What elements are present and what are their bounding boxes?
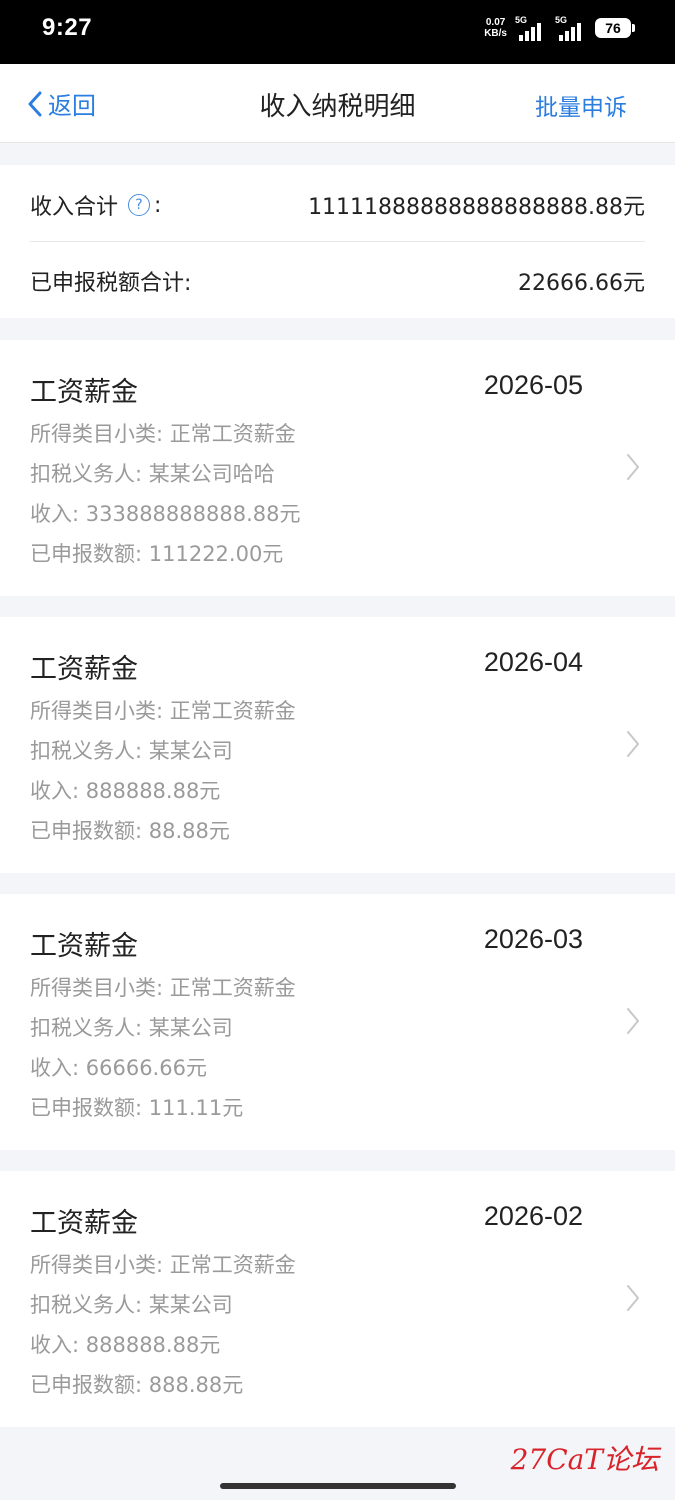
record-income: 收入: 888888.88元: [30, 779, 221, 803]
record-income: 收入: 66666.66元: [30, 1056, 207, 1080]
nav-bar: 返回 收入纳税明细 批量申诉: [0, 64, 675, 143]
record-date: 2026-02: [483, 1201, 583, 1231]
income-record[interactable]: 工资薪金 2026-05 所得类目小类: 正常工资薪金 扣税义务人: 某某公司哈…: [0, 340, 675, 596]
record-withholder: 扣税义务人: 某某公司哈哈: [30, 462, 275, 486]
income-record[interactable]: 工资薪金 2026-02 所得类目小类: 正常工资薪金 扣税义务人: 某某公司 …: [0, 1171, 675, 1427]
chevron-right-icon: [627, 1008, 639, 1034]
status-time: 9:27: [42, 14, 93, 41]
chevron-right-icon: [627, 731, 639, 757]
record-date: 2026-03: [483, 924, 583, 954]
record-title: 工资薪金: [30, 931, 138, 962]
chevron-right-icon: [627, 1285, 639, 1311]
record-declared: 已申报数额: 88.88元: [30, 819, 230, 843]
record-declared: 已申报数额: 888.88元: [30, 1373, 244, 1397]
tax-total-row: 已申报税额合计: 22666.66元: [30, 261, 645, 301]
home-indicator[interactable]: [220, 1483, 456, 1489]
income-total-row: 收入合计 ? : 11111888888888888888.88元: [30, 185, 645, 225]
signal-icon: 5G: [515, 15, 547, 41]
summary-card: 收入合计 ? : 11111888888888888888.88元 已申报税额合…: [0, 165, 675, 318]
record-title: 工资薪金: [30, 654, 138, 685]
record-subcategory: 所得类目小类: 正常工资薪金: [30, 422, 296, 446]
record-withholder: 扣税义务人: 某某公司: [30, 1293, 233, 1317]
record-withholder: 扣税义务人: 某某公司: [30, 1016, 233, 1040]
record-subcategory: 所得类目小类: 正常工资薪金: [30, 1253, 296, 1277]
network-speed-unit: KB/s: [484, 28, 507, 39]
income-total-label: 收入合计: [30, 195, 119, 220]
status-bar: 9:27 0.07 KB/s 5G 5G 76: [0, 0, 675, 64]
signal-icon: 5G: [555, 15, 587, 41]
record-declared: 已申报数额: 111.11元: [30, 1096, 244, 1120]
income-total-colon: :: [154, 192, 162, 218]
tax-total-label: 已申报税额合计:: [30, 271, 192, 296]
record-subcategory: 所得类目小类: 正常工资薪金: [30, 976, 296, 1000]
chevron-right-icon: [627, 454, 639, 480]
income-record[interactable]: 工资薪金 2026-03 所得类目小类: 正常工资薪金 扣税义务人: 某某公司 …: [0, 894, 675, 1150]
income-record[interactable]: 工资薪金 2026-04 所得类目小类: 正常工资薪金 扣税义务人: 某某公司 …: [0, 617, 675, 873]
record-date: 2026-05: [483, 370, 583, 400]
network-speed-value: 0.07: [485, 17, 506, 28]
divider: [30, 241, 645, 242]
battery-icon: 76: [595, 18, 635, 38]
record-date: 2026-04: [483, 647, 583, 677]
income-total-value: 11111888888888888888.88元: [308, 195, 645, 220]
record-income: 收入: 333888888888.88元: [30, 502, 301, 526]
record-declared: 已申报数额: 111222.00元: [30, 542, 284, 566]
batch-appeal-button[interactable]: 批量申诉: [535, 88, 627, 122]
record-subcategory: 所得类目小类: 正常工资薪金: [30, 699, 296, 723]
record-income: 收入: 888888.88元: [30, 1333, 221, 1357]
question-circle-icon[interactable]: ?: [128, 194, 151, 216]
watermark: 27CaT论坛: [510, 1443, 659, 1476]
status-icons: 0.07 KB/s 5G 5G 76: [484, 15, 635, 41]
record-title: 工资薪金: [30, 377, 138, 408]
tax-total-value: 22666.66元: [518, 271, 645, 296]
record-title: 工资薪金: [30, 1208, 138, 1239]
network-speed: 0.07 KB/s: [484, 17, 507, 39]
record-withholder: 扣税义务人: 某某公司: [30, 739, 233, 763]
